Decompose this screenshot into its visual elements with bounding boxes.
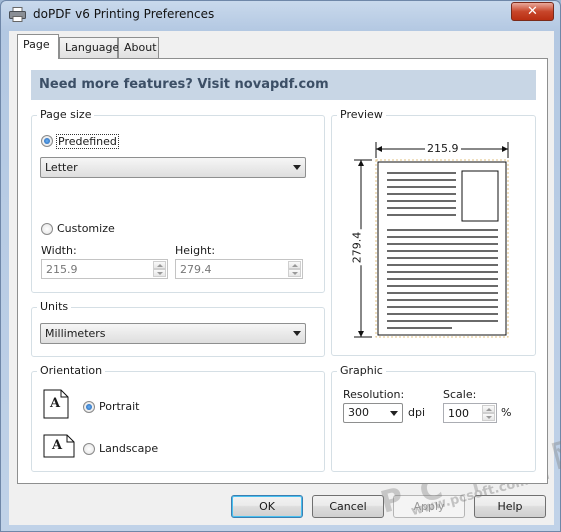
predefined-size-value: Letter (45, 161, 78, 174)
page-size-group: Page size Predefined Letter Customize Wi… (31, 108, 325, 293)
graphic-group-label: Graphic (337, 364, 386, 377)
window-title: doPDF v6 Printing Preferences (33, 7, 215, 21)
tab-about-label: About (124, 41, 157, 54)
width-field[interactable]: 215.9 (41, 259, 168, 279)
chevron-down-icon (293, 165, 301, 170)
resolution-select[interactable]: 300 (343, 403, 403, 423)
height-field[interactable]: 279.4 (175, 259, 303, 279)
preview-width-dim: 215.9 (425, 142, 461, 155)
scale-up-icon[interactable] (482, 405, 495, 413)
height-down-icon[interactable] (288, 269, 301, 277)
width-down-icon[interactable] (153, 269, 166, 277)
resolution-unit: dpi (408, 406, 426, 419)
units-value: Millimeters (45, 327, 106, 340)
resolution-label: Resolution: (343, 388, 405, 401)
predefined-label[interactable]: Predefined (56, 134, 119, 149)
promo-banner[interactable]: Need more features? Visit novapdf.com (31, 70, 536, 100)
cancel-button[interactable]: Cancel (312, 495, 384, 518)
close-icon: ✕ (527, 4, 538, 19)
height-up-icon[interactable] (288, 261, 301, 269)
preview-image-box (461, 170, 499, 222)
scale-down-icon[interactable] (482, 413, 495, 421)
units-group: Units Millimeters (31, 300, 325, 357)
width-up-icon[interactable] (153, 261, 166, 269)
chevron-down-icon (293, 331, 301, 336)
width-label: Width: (41, 244, 77, 257)
width-value: 215.9 (46, 263, 78, 276)
customize-radio[interactable] (41, 223, 53, 235)
preview-group: Preview 215.9 279.4 (331, 108, 536, 356)
orientation-group-label: Orientation (37, 364, 106, 377)
preview-height-dim: 279.4 (350, 229, 364, 266)
portrait-page-icon: A (43, 389, 69, 419)
printer-icon (9, 7, 26, 22)
portrait-label[interactable]: Portrait (99, 400, 139, 413)
close-button[interactable]: ✕ (511, 2, 554, 21)
page-size-group-label: Page size (37, 108, 95, 121)
orientation-group: Orientation A Portrait A Landscape (31, 364, 325, 472)
tab-language[interactable]: Language (59, 37, 120, 58)
portrait-radio[interactable] (83, 401, 95, 413)
title-bar[interactable]: doPDF v6 Printing Preferences ✕ (1, 1, 560, 29)
graphic-group: Graphic Resolution: 300 dpi Scale: 100 % (331, 364, 536, 472)
height-label: Height: (175, 244, 216, 257)
page-tab-panel: Need more features? Visit novapdf.com Pa… (17, 58, 548, 484)
tab-language-label: Language (65, 41, 120, 54)
arrow-up-icon (358, 160, 364, 166)
predefined-radio[interactable] (41, 135, 53, 147)
tab-page[interactable]: Page (17, 34, 59, 59)
dialog-client: Page Language About Need more features? … (9, 31, 561, 525)
scale-field[interactable]: 100 (443, 403, 497, 423)
landscape-radio[interactable] (83, 443, 95, 455)
portrait-letter: A (50, 396, 61, 411)
customize-label[interactable]: Customize (57, 222, 115, 235)
predefined-size-select[interactable]: Letter (40, 157, 306, 178)
units-group-label: Units (37, 300, 72, 313)
landscape-label[interactable]: Landscape (99, 442, 158, 455)
landscape-letter: A (52, 438, 63, 453)
ok-button[interactable]: OK (231, 495, 303, 518)
height-value: 279.4 (180, 263, 212, 276)
dialog-window: doPDF v6 Printing Preferences ✕ Page Lan… (0, 0, 561, 532)
arrow-left-icon (376, 146, 382, 152)
scale-value: 100 (448, 407, 469, 420)
chevron-down-icon (390, 411, 398, 416)
resolution-value: 300 (348, 406, 369, 419)
arrow-down-icon (358, 331, 364, 337)
tab-page-label: Page (23, 38, 50, 51)
scale-unit: % (501, 406, 512, 419)
landscape-page-icon: A (43, 434, 75, 458)
scale-label: Scale: (443, 388, 477, 401)
units-select[interactable]: Millimeters (40, 323, 306, 344)
tab-about[interactable]: About (118, 37, 159, 58)
arrow-right-icon (502, 146, 508, 152)
